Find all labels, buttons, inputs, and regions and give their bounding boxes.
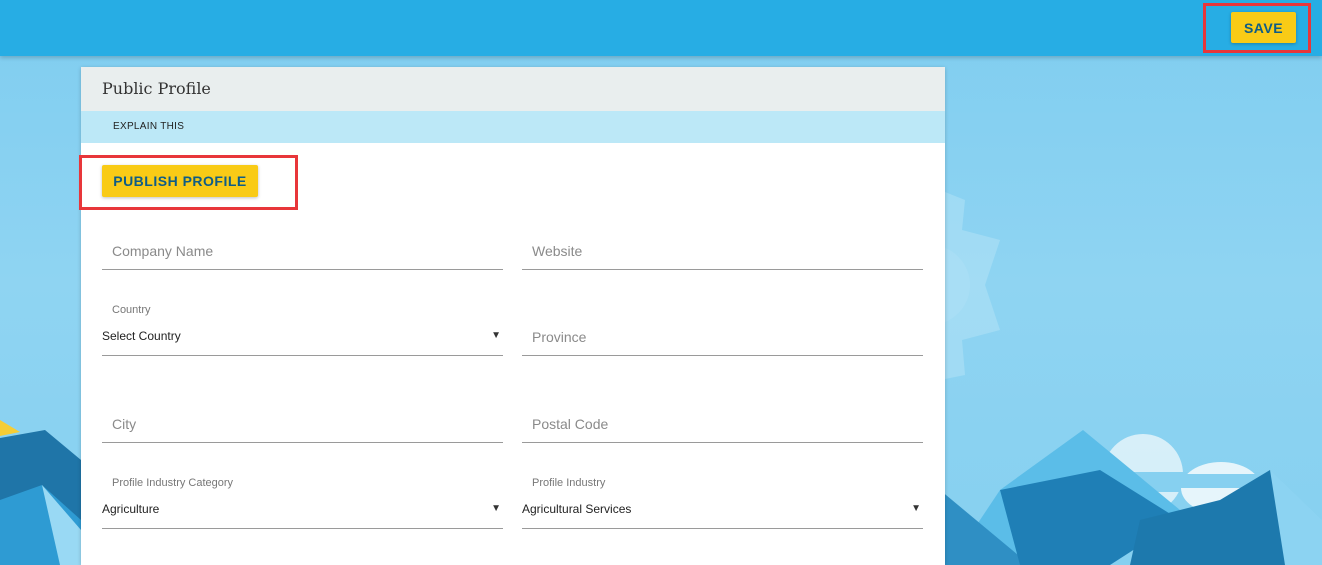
- company-name-input[interactable]: [102, 237, 503, 265]
- industry-category-select[interactable]: Profile Industry Category Agriculture ▼: [102, 476, 503, 529]
- postal-code-field: [522, 400, 923, 443]
- chevron-down-icon: ▼: [491, 330, 501, 341]
- website-field: [522, 227, 923, 270]
- province-input[interactable]: [522, 323, 923, 351]
- industry-selected-value: Agricultural Services: [522, 502, 632, 516]
- industry-category-selected-value: Agriculture: [102, 502, 160, 516]
- card-header: Public Profile: [81, 67, 945, 111]
- publish-profile-button[interactable]: PUBLISH PROFILE: [102, 165, 258, 197]
- city-input[interactable]: [102, 410, 503, 438]
- industry-category-label: Profile Industry Category: [112, 477, 234, 489]
- explain-bar: EXPLAIN THIS: [81, 111, 945, 143]
- chevron-down-icon: ▼: [911, 503, 921, 514]
- chevron-down-icon: ▼: [491, 503, 501, 514]
- industry-select[interactable]: Profile Industry Agricultural Services ▼: [522, 476, 923, 529]
- page-title: Public Profile: [102, 79, 211, 98]
- website-input[interactable]: [522, 237, 923, 265]
- province-field: [522, 313, 923, 356]
- top-app-bar: [0, 0, 1322, 56]
- country-select[interactable]: Country Select Country ▼: [102, 303, 503, 356]
- city-field: [102, 400, 503, 443]
- save-button[interactable]: SAVE: [1231, 12, 1296, 43]
- explain-this-link[interactable]: EXPLAIN THIS: [113, 121, 184, 132]
- postal-code-input[interactable]: [522, 410, 923, 438]
- mountains-left: [0, 420, 81, 565]
- public-profile-card: Public Profile EXPLAIN THIS PUBLISH PROF…: [79, 67, 945, 565]
- country-selected-value: Select Country: [102, 329, 181, 343]
- industry-label: Profile Industry: [532, 477, 606, 489]
- company-name-field: [102, 227, 503, 270]
- country-label: Country: [112, 304, 151, 316]
